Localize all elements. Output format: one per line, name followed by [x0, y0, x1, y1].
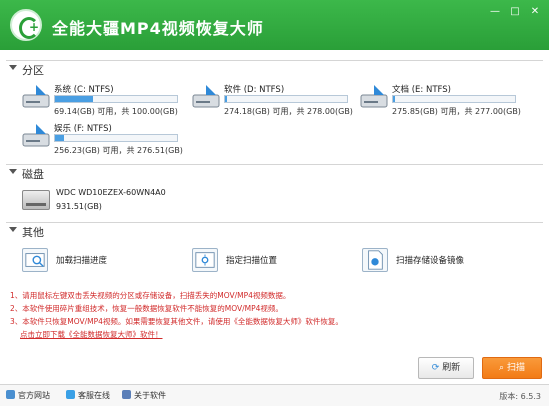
instruction-line: 1、请用鼠标左键双击丢失视频的分区或存储设备，扫描丢失的MOV/MP4视频数据。 — [10, 291, 291, 300]
disks-section-label: 磁盘 — [22, 168, 44, 181]
tool-label: 扫描存储设备镜像 — [396, 256, 465, 266]
disk-name: WDC WD10EZEX-60WN4A0 — [56, 188, 166, 197]
minimize-button[interactable]: — — [486, 5, 504, 19]
others-section-label: 其他 — [22, 226, 44, 239]
specify-location-tool[interactable]: 指定扫描位置 — [192, 248, 312, 274]
scan-image-tool[interactable]: 扫描存储设备镜像 — [362, 248, 512, 274]
hard-drive-icon — [22, 124, 50, 147]
refresh-button[interactable]: ⟳ 刷新 — [418, 357, 474, 379]
maximize-button[interactable]: □ — [506, 5, 524, 19]
hard-drive-icon — [360, 85, 388, 108]
partition-d[interactable]: 软件 (D: NTFS) 274.18(GB) 可用，共 278.00(GB) — [190, 83, 360, 119]
partition-info: 69.14(GB) 可用，共 100.00(GB) — [54, 107, 178, 116]
load-progress-icon — [22, 248, 48, 272]
partition-f[interactable]: 娱乐 (F: NTFS) 256.23(GB) 可用，共 276.51(GB) — [20, 122, 190, 158]
info-icon — [122, 390, 131, 399]
instruction-line: 3、本软件只恢复MOV/MP4视频。如果需要恢复其他文件，请使用《全能数据恢复大… — [10, 317, 343, 326]
image-file-icon — [362, 248, 388, 272]
refresh-label: 刷新 — [442, 363, 461, 373]
partition-name: 娱乐 (F: NTFS) — [54, 124, 112, 134]
scan-label: 扫描 — [506, 363, 525, 373]
load-progress-tool[interactable]: 加载扫描进度 — [22, 248, 142, 274]
hard-drive-icon — [22, 85, 50, 108]
partitions-section-label: 分区 — [22, 64, 44, 77]
refresh-icon: ⟳ — [431, 363, 440, 373]
official-website-link[interactable]: 官方网站 — [6, 390, 50, 401]
search-icon: ⌕ — [499, 363, 505, 373]
disks-section-header[interactable]: 磁盘 — [6, 164, 543, 182]
close-button[interactable]: ✕ — [526, 5, 544, 19]
title-bar: 全能大疆MP4视频恢复大师 — □ ✕ — [0, 0, 549, 50]
status-bar: 官方网站 客服在线 关于软件 版本: 6.5.3 — [0, 384, 549, 406]
partition-name: 系统 (C: NTFS) — [54, 85, 114, 95]
download-link[interactable]: 点击立即下载《全能数据恢复大师》软件！ — [20, 328, 343, 341]
usage-bar — [54, 134, 178, 142]
partition-info: 275.85(GB) 可用，共 277.00(GB) — [392, 107, 521, 116]
usage-bar — [54, 95, 178, 103]
disk-size: 931.51(GB) — [56, 202, 102, 211]
collapse-arrow-icon — [9, 169, 17, 174]
hard-drive-icon — [192, 85, 220, 108]
others-section-header[interactable]: 其他 — [6, 222, 543, 240]
usage-bar — [224, 95, 348, 103]
scan-button[interactable]: ⌕ 扫描 — [482, 357, 542, 379]
about-label: 关于软件 — [134, 391, 166, 400]
app-logo-icon — [10, 9, 42, 41]
about-link[interactable]: 关于软件 — [122, 390, 166, 401]
partition-c[interactable]: 系统 (C: NTFS) 69.14(GB) 可用，共 100.00(GB) — [20, 83, 190, 119]
chat-icon — [66, 390, 75, 399]
collapse-arrow-icon — [9, 227, 17, 232]
usage-bar — [392, 95, 516, 103]
partition-info: 256.23(GB) 可用，共 276.51(GB) — [54, 146, 183, 155]
version-label: 版本: 6.5.3 — [499, 392, 541, 401]
instructions: 1、请用鼠标左键双击丢失视频的分区或存储设备，扫描丢失的MOV/MP4视频数据。… — [10, 289, 343, 341]
online-service-label: 客服在线 — [78, 391, 110, 400]
tool-label: 指定扫描位置 — [226, 256, 278, 266]
partition-name: 软件 (D: NTFS) — [224, 85, 285, 95]
online-service-link[interactable]: 客服在线 — [66, 390, 110, 401]
disk-item[interactable]: WDC WD10EZEX-60WN4A0 931.51(GB) — [20, 186, 170, 216]
target-location-icon — [192, 248, 218, 272]
disk-icon — [22, 190, 50, 210]
partition-name: 文档 (E: NTFS) — [392, 85, 451, 95]
official-website-label: 官方网站 — [18, 391, 50, 400]
app-title: 全能大疆MP4视频恢复大师 — [52, 19, 264, 38]
collapse-arrow-icon — [9, 65, 17, 70]
partition-e[interactable]: 文档 (E: NTFS) 275.85(GB) 可用，共 277.00(GB) — [358, 83, 528, 119]
home-icon — [6, 390, 15, 399]
partitions-section-header[interactable]: 分区 — [6, 60, 543, 78]
tool-label: 加载扫描进度 — [56, 256, 108, 266]
partition-info: 274.18(GB) 可用，共 278.00(GB) — [224, 107, 353, 116]
instruction-line: 2、本软件使用碎片重组技术，恢复一般数据恢复软件不能恢复的MOV/MP4视频。 — [10, 304, 283, 313]
